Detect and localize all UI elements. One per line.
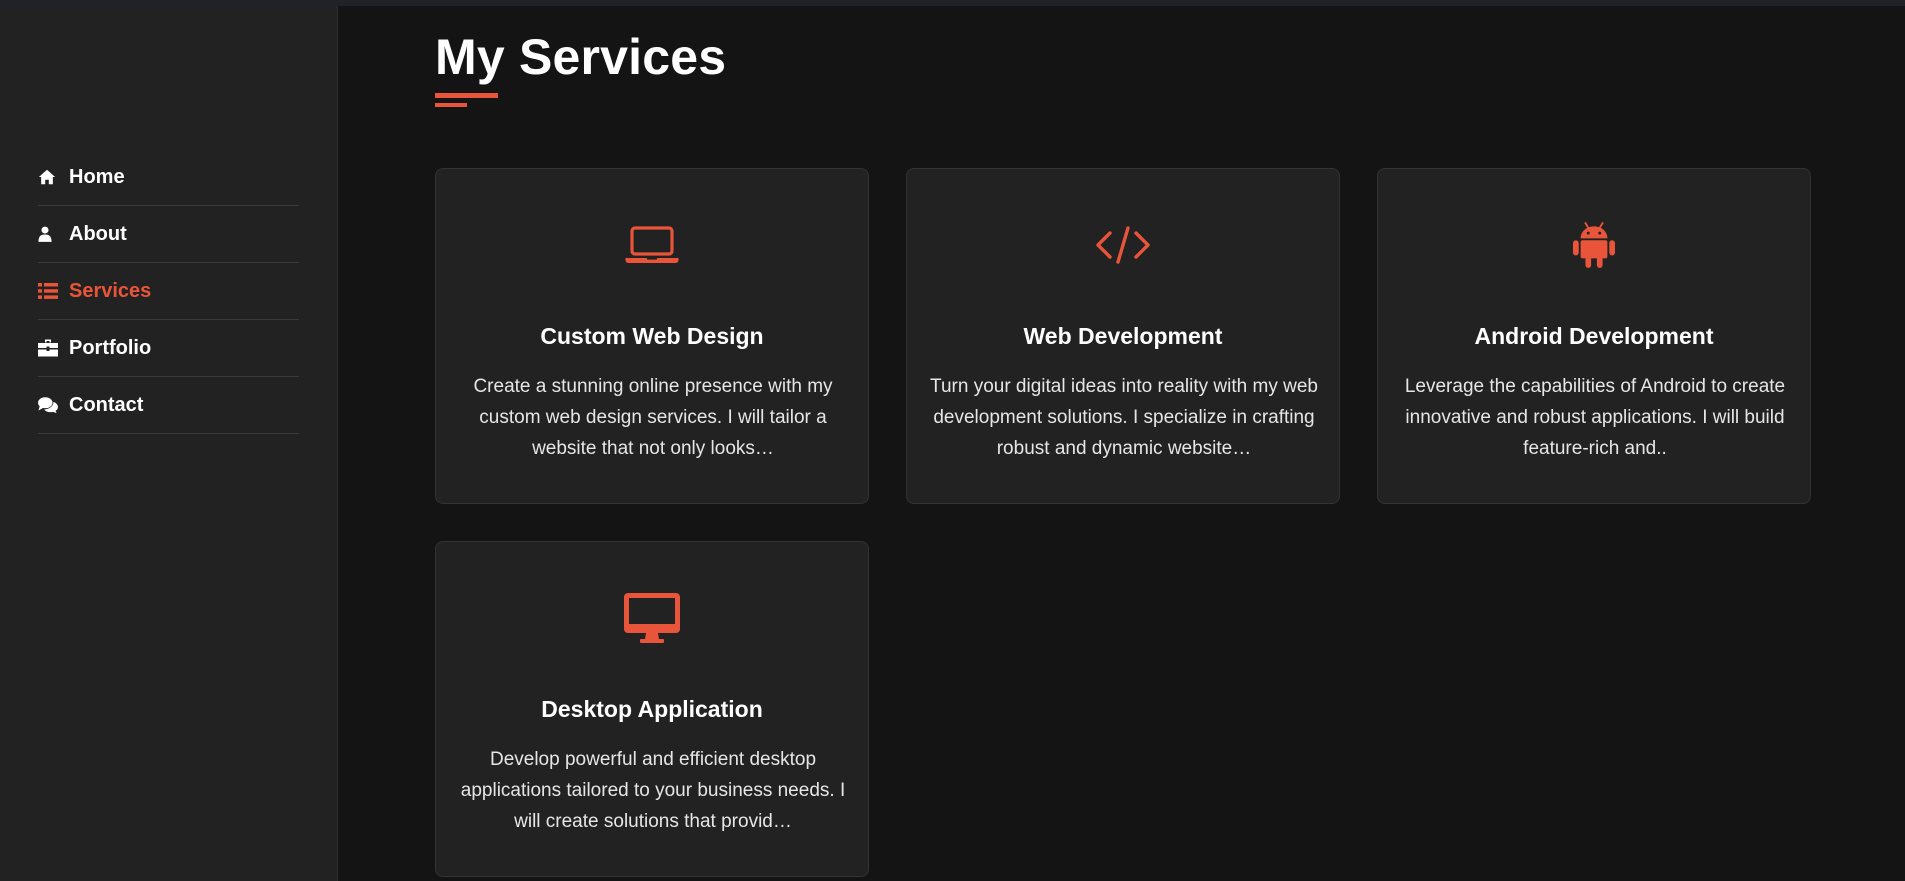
service-title: Android Development bbox=[1474, 323, 1714, 349]
title-underline-short bbox=[435, 103, 467, 107]
sidebar-item-home[interactable]: Home bbox=[38, 149, 299, 206]
code-icon bbox=[907, 221, 1339, 269]
briefcase-icon bbox=[38, 338, 60, 358]
sidebar-item-contact[interactable]: Contact bbox=[38, 377, 299, 434]
sidebar-item-label: Services bbox=[69, 279, 152, 302]
service-card-android[interactable]: Android Development Leverage the capabil… bbox=[1377, 168, 1811, 504]
sidebar-item-label: About bbox=[69, 222, 127, 245]
comments-icon bbox=[38, 395, 60, 415]
service-description: Leverage the capabilities of Android to … bbox=[1404, 376, 1786, 459]
service-description: Create a stunning online presence with m… bbox=[473, 376, 833, 459]
sidebar-nav: Home About Services Portfolio Contact bbox=[38, 149, 299, 434]
user-icon bbox=[38, 224, 60, 244]
sidebar-item-label: Home bbox=[69, 165, 125, 188]
home-icon bbox=[38, 167, 60, 187]
sidebar: Home About Services Portfolio Contact bbox=[0, 6, 338, 881]
service-title: Web Development bbox=[1023, 323, 1223, 349]
sidebar-item-services[interactable]: Services bbox=[38, 263, 299, 320]
laptop-icon bbox=[436, 221, 868, 269]
sidebar-item-label: Portfolio bbox=[69, 336, 152, 359]
services-section: My Services Custom Web Design Create a s… bbox=[339, 6, 1905, 881]
service-description: Develop powerful and efficient desktop a… bbox=[460, 749, 846, 832]
service-card-web-design[interactable]: Custom Web Design Create a stunning onli… bbox=[435, 168, 869, 504]
title-underline bbox=[435, 93, 498, 98]
page-title: My Services bbox=[435, 29, 727, 85]
list-icon bbox=[38, 281, 60, 301]
sidebar-item-portfolio[interactable]: Portfolio bbox=[38, 320, 299, 377]
service-description: Turn your digital ideas into reality wit… bbox=[930, 376, 1318, 459]
service-title: Desktop Application bbox=[541, 696, 763, 722]
sidebar-item-about[interactable]: About bbox=[38, 206, 299, 263]
sidebar-item-label: Contact bbox=[69, 393, 144, 416]
service-card-web-development[interactable]: Web Development Turn your digital ideas … bbox=[906, 168, 1340, 504]
service-title: Custom Web Design bbox=[540, 323, 764, 349]
android-icon bbox=[1378, 221, 1810, 269]
desktop-icon bbox=[436, 593, 868, 643]
service-card-desktop[interactable]: Desktop Application Develop powerful and… bbox=[435, 541, 869, 877]
